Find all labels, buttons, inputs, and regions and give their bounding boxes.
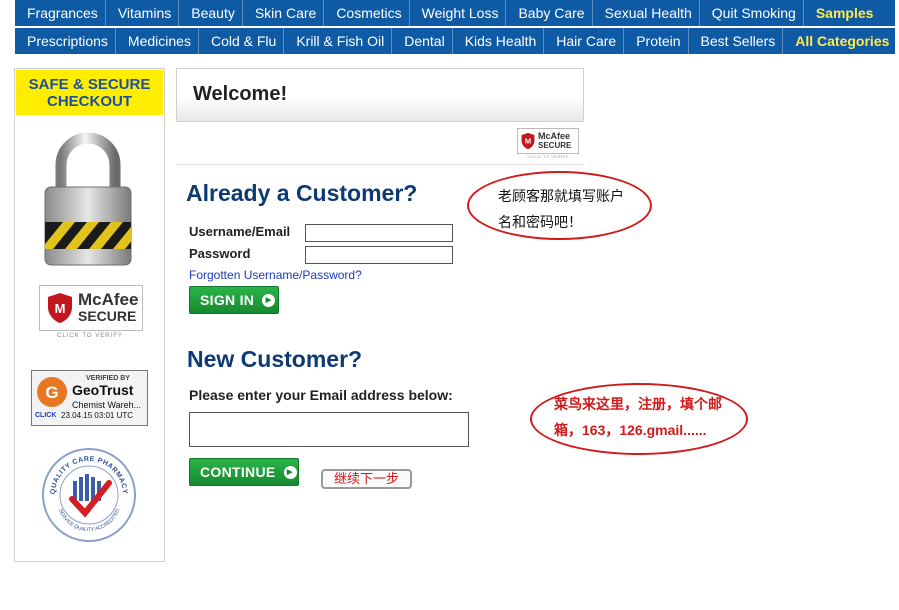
sign-in-label: SIGN IN xyxy=(200,292,255,308)
geotrust-company: Chemist Wareh... xyxy=(72,400,142,410)
new-customer-heading: New Customer? xyxy=(187,346,363,372)
svg-text:M: M xyxy=(525,137,531,146)
annotation-new-line1: 菜鸟来这里，注册，填个邮 xyxy=(554,396,722,412)
safe-secure-title: SAFE & SECURE CHECKOUT xyxy=(16,70,163,115)
nav-best-sellers[interactable]: Best Sellers xyxy=(689,28,784,54)
nav-sexual-health[interactable]: Sexual Health xyxy=(593,0,700,26)
existing-customer-heading: Already a Customer? xyxy=(186,180,418,206)
continue-button[interactable]: CONTINUE ► xyxy=(189,458,299,486)
sign-in-button[interactable]: SIGN IN ► xyxy=(189,286,279,314)
nav-medicines[interactable]: Medicines xyxy=(116,28,199,54)
nav-vitamins[interactable]: Vitamins xyxy=(106,0,180,26)
nav-cold-flu[interactable]: Cold & Flu xyxy=(199,28,285,54)
category-nav-primary: Fragrances Vitamins Beauty Skin Care Cos… xyxy=(15,0,895,26)
nav-beauty[interactable]: Beauty xyxy=(179,0,243,26)
mcafee-secure-badge-small[interactable]: M McAfee SECURE xyxy=(517,128,579,154)
geotrust-badge[interactable]: G VERIFIED BY GeoTrust Chemist Wareh... … xyxy=(31,370,148,426)
nav-quit-smoking[interactable]: Quit Smoking xyxy=(700,0,804,26)
nav-samples[interactable]: Samples xyxy=(804,0,881,26)
annotation-next-step: 继续下一步 xyxy=(321,469,412,489)
arrow-right-icon: ► xyxy=(262,293,276,307)
padlock-icon xyxy=(44,132,132,266)
username-label: Username/Email xyxy=(189,224,291,239)
nav-hair-care[interactable]: Hair Care xyxy=(544,28,625,54)
nav-kids-health[interactable]: Kids Health xyxy=(453,28,545,54)
mcafee-brand: McAfee xyxy=(78,290,139,309)
geotrust-verified-by: VERIFIED BY xyxy=(86,375,130,382)
header-divider xyxy=(176,164,584,165)
svg-text:G: G xyxy=(45,383,58,402)
welcome-title: Welcome! xyxy=(193,83,288,105)
nav-baby-care[interactable]: Baby Care xyxy=(506,0,593,26)
nav-dental[interactable]: Dental xyxy=(392,28,453,54)
mcafee-small-secure: SECURE xyxy=(538,141,572,150)
mcafee-secure-badge[interactable]: M McAfee SECURE xyxy=(39,285,143,331)
geotrust-click: CLICK xyxy=(35,412,57,419)
mcafee-shield-icon: M xyxy=(48,293,72,323)
mcafee-secure-text: SECURE xyxy=(78,308,137,324)
nav-all-categories[interactable]: All Categories xyxy=(783,28,896,54)
mcafee-small-brand: McAfee xyxy=(538,131,571,141)
nav-protein[interactable]: Protein xyxy=(624,28,689,54)
continue-label: CONTINUE xyxy=(200,464,276,480)
mcafee-shield-icon: M xyxy=(521,132,535,150)
mcafee-small-verify: CLICK TO VERIFY xyxy=(527,154,569,159)
nav-skin-care[interactable]: Skin Care xyxy=(243,0,325,26)
quality-care-pharmacy-seal[interactable]: QUALITY CARE PHARMACY SERVICE QUALITY AC… xyxy=(41,447,137,543)
secure-checkout-sidebar: SAFE & SECURE CHECKOUT M McAfee SECURE C… xyxy=(14,68,165,562)
nav-krill-fish-oil[interactable]: Krill & Fish Oil xyxy=(284,28,393,54)
email-input[interactable] xyxy=(189,412,469,447)
geotrust-check-icon: G xyxy=(37,377,67,407)
category-nav-secondary: Prescriptions Medicines Cold & Flu Krill… xyxy=(15,28,895,54)
nav-cosmetics[interactable]: Cosmetics xyxy=(324,0,410,26)
forgot-credentials-link[interactable]: Forgotten Username/Password? xyxy=(189,268,362,282)
svg-text:M: M xyxy=(55,301,66,316)
nav-prescriptions[interactable]: Prescriptions xyxy=(15,28,116,54)
welcome-header: Welcome! xyxy=(176,68,584,122)
nav-fragrances[interactable]: Fragrances xyxy=(15,0,106,26)
annotation-existing-line2: 名和密码吧！ xyxy=(498,214,582,230)
annotation-new-line2: 箱，163，126.gmail...... xyxy=(554,422,707,438)
arrow-right-icon: ► xyxy=(283,465,297,479)
username-input[interactable] xyxy=(305,224,453,242)
annotation-existing-line1: 老顾客那就填写账户 xyxy=(498,188,624,204)
geotrust-timestamp: 23.04.15 03:01 UTC xyxy=(61,411,134,420)
password-label: Password xyxy=(189,246,251,261)
nav-weight-loss[interactable]: Weight Loss xyxy=(410,0,507,26)
geotrust-brand: GeoTrust xyxy=(72,382,134,398)
email-prompt-label: Please enter your Email address below: xyxy=(189,387,453,403)
password-input[interactable] xyxy=(305,246,453,264)
mcafee-click-to-verify: CLICK TO VERIFY xyxy=(57,333,123,339)
